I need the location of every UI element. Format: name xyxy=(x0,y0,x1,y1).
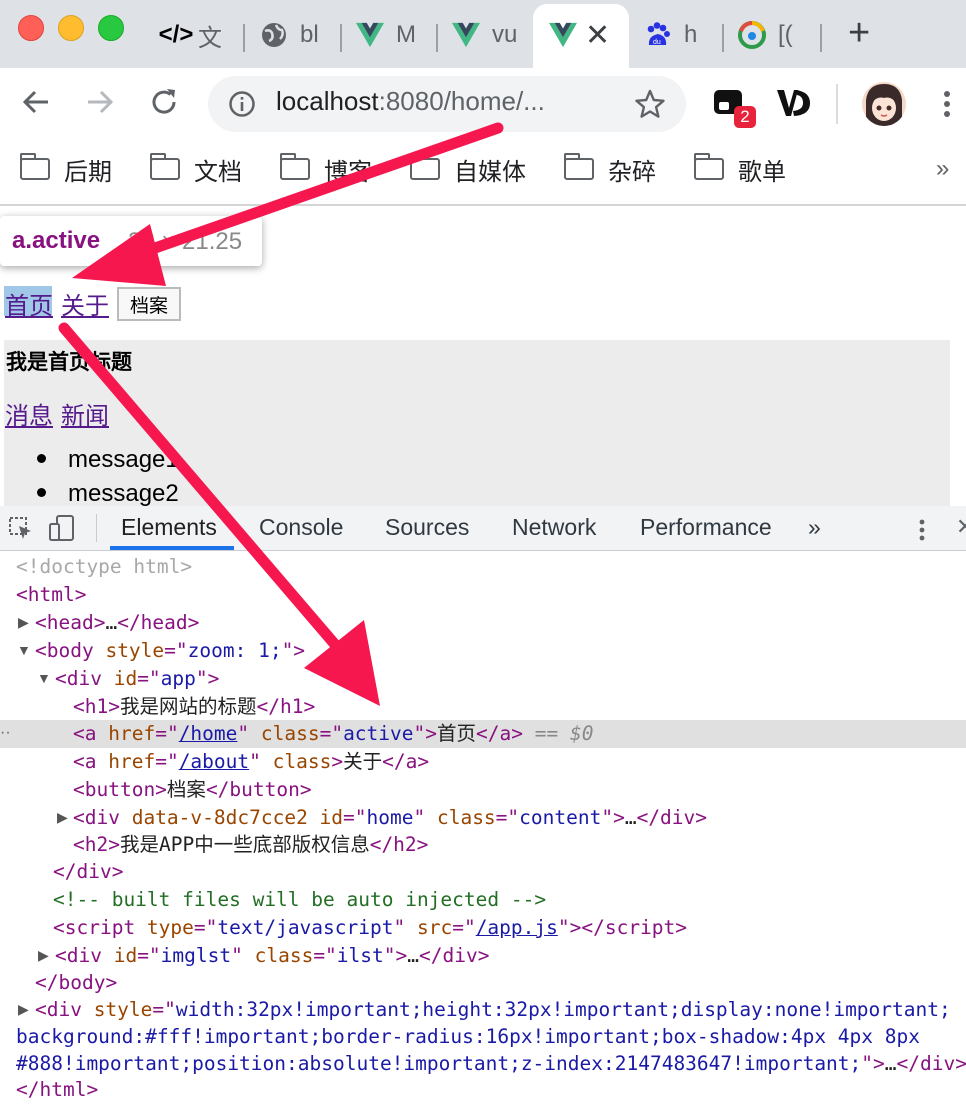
arrow-to-dom-node xyxy=(58,322,380,706)
annotation-arrows xyxy=(58,122,504,706)
arrow-to-home-link xyxy=(72,122,504,286)
